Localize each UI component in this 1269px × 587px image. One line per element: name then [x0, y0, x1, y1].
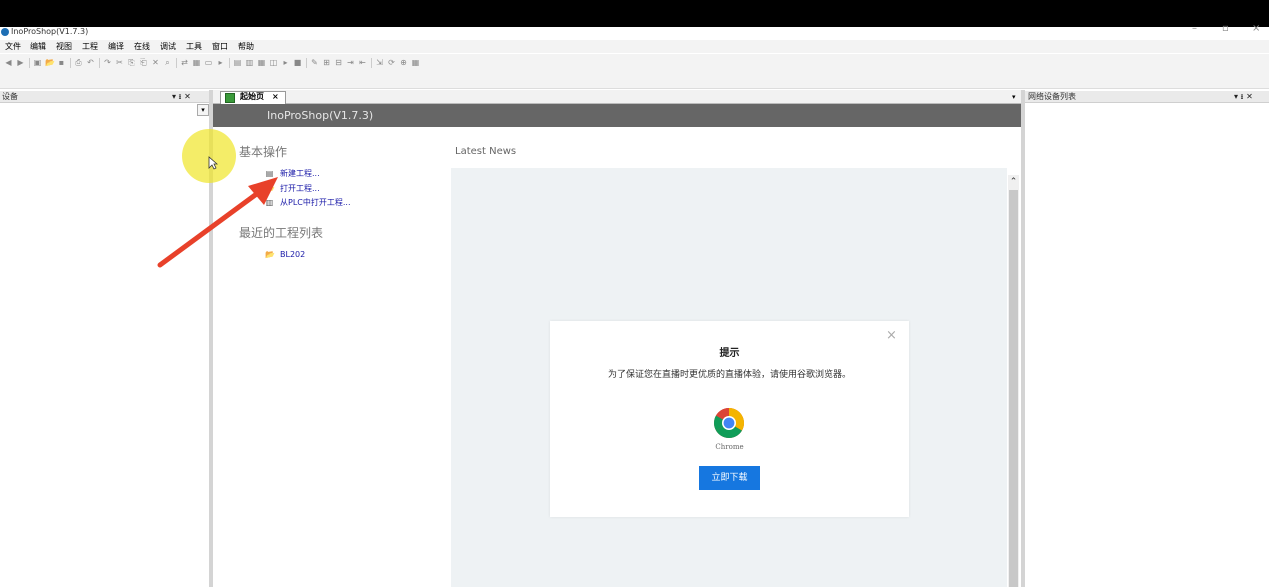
toolbar-button-icon[interactable]: ⌕ [163, 58, 172, 67]
toolbar-button-icon[interactable]: ↶ [86, 58, 95, 67]
scroll-up-icon[interactable]: ⌃ [1008, 176, 1019, 188]
toolbar-button-icon[interactable]: ⇥ [346, 58, 355, 67]
toolbar-button-icon[interactable]: ■ [293, 58, 302, 67]
open-from-plc-link[interactable]: 从PLC中打开工程... [280, 198, 351, 208]
toolbar-button-icon[interactable]: ◫ [269, 58, 278, 67]
mouse-cursor-icon [208, 156, 218, 170]
toolbar-button-icon[interactable]: ↷ [103, 58, 112, 67]
toolbar [0, 54, 1269, 89]
red-arrow-annotation [157, 177, 278, 268]
device-panel-controls[interactable]: ▾ ᵻ ✕ [172, 91, 191, 102]
menu-view[interactable]: 视图 [56, 41, 72, 52]
menu-file[interactable]: 文件 [5, 41, 21, 52]
latest-news-title: Latest News [455, 146, 517, 157]
toolbar-button-icon[interactable]: ⊕ [399, 58, 408, 67]
menu-project[interactable]: 工程 [82, 41, 98, 52]
device-panel-title: 设备 [2, 92, 18, 101]
toolbar-button-icon[interactable]: ⇄ [180, 58, 189, 67]
toolbar-button-icon[interactable]: ⊞ [322, 58, 331, 67]
toolbar-button-icon[interactable]: ✂ [115, 58, 124, 67]
menu-edit[interactable]: 编辑 [30, 41, 46, 52]
toolbar-separator [306, 58, 307, 68]
network-panel-title: 网络设备列表 [1028, 92, 1076, 101]
download-now-button[interactable]: 立即下载 [699, 466, 760, 490]
scroll-thumb[interactable] [1009, 190, 1018, 587]
tab-start-page-label: 起始页 [240, 92, 264, 101]
start-page-banner-title: InoProShop(V1.7.3) [267, 109, 374, 122]
modal-close-icon[interactable]: × [886, 329, 897, 343]
toolbar-button-icon[interactable]: ⊟ [334, 58, 343, 67]
menu-debug[interactable]: 调试 [160, 41, 176, 52]
start-page-icon [225, 93, 235, 103]
toolbar-button-icon[interactable]: 📂 [45, 58, 55, 67]
tab-strip [213, 90, 1021, 104]
toolbar-button-icon[interactable]: ⇲ [375, 58, 384, 67]
menu-window[interactable]: 窗口 [212, 41, 228, 52]
menu-online[interactable]: 在线 [134, 41, 150, 52]
close-window-icon[interactable]: × [1252, 24, 1260, 34]
toolbar-separator [29, 58, 30, 68]
toolbar-button-icon[interactable]: ▦ [411, 58, 420, 67]
toolbar-separator [371, 58, 372, 68]
tab-list-dropdown-icon[interactable]: ▾ [1012, 91, 1016, 103]
device-dropdown-icon[interactable]: ▾ [197, 104, 209, 116]
toolbar-button-icon[interactable]: ▸ [216, 58, 225, 67]
menu-build[interactable]: 编译 [108, 41, 124, 52]
toolbar-separator [99, 58, 100, 68]
chrome-icon [713, 408, 745, 439]
toolbar-button-icon[interactable]: ▤ [233, 58, 242, 67]
menu-help[interactable]: 帮助 [238, 41, 254, 52]
top-black-bar [0, 0, 1269, 27]
menu-tools[interactable]: 工具 [186, 41, 202, 52]
window-title: InoProShop(V1.7.3) [11, 27, 89, 36]
modal-title: 提示 [719, 348, 740, 359]
basic-operations-title: 基本操作 [239, 145, 288, 159]
modal-message: 为了保证您在直播时更优质的直播体验，请使用谷歌浏览器。 [607, 370, 851, 380]
tab-close-icon[interactable]: × [272, 91, 279, 103]
toolbar-button-icon[interactable]: ▸ [281, 58, 290, 67]
title-bar [0, 27, 1269, 38]
toolbar-button-icon[interactable]: ▥ [245, 58, 254, 67]
toolbar-button-icon[interactable]: ⎙ [74, 58, 83, 67]
toolbar-separator [70, 58, 71, 68]
app-icon [1, 28, 9, 36]
toolbar-button-icon[interactable]: ▭ [204, 58, 213, 67]
toolbar-button-icon[interactable]: ✕ [151, 58, 160, 67]
open-project-link[interactable]: 打开工程... [280, 184, 320, 194]
toolbar-button-icon[interactable]: ◀ [4, 58, 13, 67]
toolbar-button-icon[interactable]: ✎ [310, 58, 319, 67]
toolbar-button-icon[interactable]: ⎘ [127, 58, 136, 67]
new-project-link[interactable]: 新建工程... [280, 169, 320, 179]
toolbar-button-icon[interactable]: ▪ [57, 58, 66, 67]
toolbar-button-icon[interactable]: ⟳ [387, 58, 396, 67]
toolbar-separator [176, 58, 177, 68]
toolbar-button-icon[interactable]: ▦ [257, 58, 266, 67]
chrome-label: Chrome [715, 443, 744, 451]
network-device-panel [1025, 103, 1269, 587]
toolbar-separator [229, 58, 230, 68]
toolbar-button-icon[interactable]: ▦ [192, 58, 201, 67]
toolbar-button-icon[interactable]: ⇤ [358, 58, 367, 67]
toolbar-button-icon[interactable]: ▶ [16, 58, 25, 67]
network-panel-controls[interactable]: ▾ ᵻ ✕ [1234, 91, 1253, 102]
toolbar-button-icon[interactable]: ▣ [33, 58, 42, 67]
toolbar-button-icon[interactable]: ⎗ [139, 58, 148, 67]
maximize-icon[interactable]: ▫ [1222, 24, 1229, 34]
minimize-icon[interactable]: – [1192, 24, 1197, 34]
